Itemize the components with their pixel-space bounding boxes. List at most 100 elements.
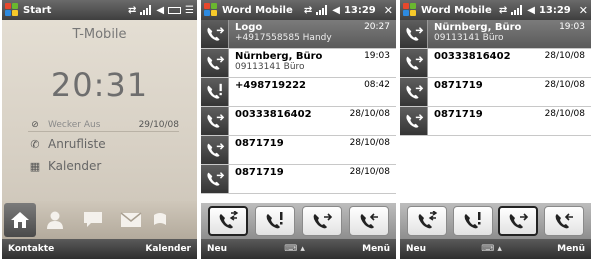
call-log-row-body: +498719222 08:42	[229, 78, 396, 91]
call-log-screen-all: Word Mobile ⇄ ◀︎ 13:29 ✕ Logo +4917558585…	[201, 0, 396, 259]
missed-call-icon	[201, 78, 229, 106]
outgoing-call-icon	[400, 107, 428, 135]
missed-calls-icon	[266, 212, 283, 229]
outgoing-call-icon	[400, 78, 428, 106]
call-log-row[interactable]: 0871719 28/10/08	[201, 165, 396, 194]
volume-icon[interactable]: ◀︎	[156, 5, 164, 16]
softkey-bar: Neu ⌨ ▴ Menü	[400, 239, 591, 259]
call-log-row-body: Nürnberg, Büro 09113141 Büro 19:03	[229, 49, 396, 72]
outgoing-calls-tab[interactable]	[301, 206, 342, 236]
keyboard-icon[interactable]: ⌨ ▴	[481, 244, 502, 254]
alarm-row[interactable]: ⊘ Wecker Aus 29/10/08	[28, 118, 179, 132]
outgoing-call-icon	[201, 136, 229, 164]
incoming-calls-icon	[555, 213, 574, 229]
softkey-bar: Neu ⌨ ▴ Menü	[201, 239, 396, 259]
caller-detail: 09113141 Büro	[235, 62, 305, 72]
call-log-row[interactable]: 00333816402 28/10/08	[201, 107, 396, 136]
call-log-row[interactable]: Nürnberg, Büro 09113141 Büro 19:03	[201, 49, 396, 78]
call-log-row-body: 0871719 28/10/08	[229, 165, 396, 178]
outgoing-call-icon	[201, 20, 229, 48]
outgoing-calls-icon	[313, 213, 333, 229]
outgoing-call-icon	[400, 49, 428, 77]
window-title[interactable]: Start	[23, 5, 128, 16]
call-filter-tabs	[201, 203, 396, 239]
outgoing-calls-tab[interactable]	[498, 206, 539, 236]
incoming-calls-tab[interactable]	[544, 206, 585, 236]
softkey-left[interactable]: Neu	[207, 244, 227, 254]
softkey-right[interactable]: Menü	[557, 244, 585, 254]
dock-home-button[interactable]	[4, 203, 36, 237]
alarm-status: Wecker Aus	[48, 119, 101, 130]
close-icon[interactable]: ✕	[384, 4, 393, 17]
volume-icon[interactable]: ◀︎	[332, 5, 340, 16]
call-list: Logo +4917558585 Handy 20:27 Nürnberg, Büro…	[201, 20, 396, 194]
all-calls-icon	[220, 211, 239, 229]
call-log-row-body: Nürnberg, Büro 09113141 Büro 19:03	[428, 20, 591, 43]
window-title[interactable]: Word Mobile	[222, 5, 304, 16]
missed-calls-tab[interactable]	[452, 206, 493, 236]
menu-lines-icon[interactable]: ☰	[185, 5, 194, 16]
status-time[interactable]: 13:29	[539, 5, 571, 16]
home-item-call-log[interactable]: ✆ Anrufliste	[28, 135, 179, 153]
call-time: 28/10/08	[349, 109, 390, 119]
alarm-icon: ⊘	[31, 119, 39, 130]
signal-icon[interactable]	[511, 5, 523, 15]
softkey-left[interactable]: Neu	[406, 244, 426, 254]
volume-icon[interactable]: ◀︎	[527, 5, 535, 16]
call-time: 28/10/08	[544, 109, 585, 119]
status-time[interactable]: 13:29	[344, 5, 376, 16]
keyboard-icon[interactable]: ⌨ ▴	[284, 244, 305, 254]
close-icon[interactable]: ✕	[579, 4, 588, 17]
incoming-calls-icon	[360, 213, 378, 229]
call-time: 20:27	[364, 22, 390, 32]
dock-email-button[interactable]	[112, 203, 150, 237]
dock-messaging-button[interactable]	[74, 203, 112, 237]
call-time: 19:03	[559, 22, 585, 32]
signal-icon[interactable]	[316, 5, 328, 15]
missed-calls-tab[interactable]	[255, 206, 296, 236]
contacts-icon	[47, 211, 63, 229]
softkey-left[interactable]: Kontakte	[8, 244, 54, 254]
home-item-calendar[interactable]: ▦ Kalender	[28, 157, 179, 175]
home-date: 29/10/08	[138, 119, 179, 130]
call-time: 08:42	[364, 80, 390, 90]
windows-start-icon[interactable]	[204, 3, 218, 17]
call-time: 19:03	[364, 51, 390, 61]
call-log-row[interactable]: 0871719 28/10/08	[400, 78, 591, 107]
all-calls-tab[interactable]	[208, 206, 249, 236]
call-log-row[interactable]: Nürnberg, Büro 09113141 Büro 19:03	[400, 20, 591, 49]
windows-start-icon[interactable]	[403, 3, 417, 17]
call-log-row-body: 0871719 28/10/08	[229, 136, 396, 149]
connectivity-icon[interactable]: ⇄	[304, 5, 312, 16]
signal-icon[interactable]	[140, 5, 152, 15]
outgoing-call-icon	[201, 49, 229, 77]
call-log-row-body: 0871719 28/10/08	[428, 78, 591, 91]
connectivity-icon[interactable]: ⇄	[499, 5, 507, 16]
windows-start-icon[interactable]	[5, 3, 19, 17]
outgoing-call-icon	[400, 20, 428, 48]
all-calls-tab[interactable]	[406, 206, 447, 236]
title-bar: Word Mobile ⇄ ◀︎ 13:29 ✕	[201, 0, 396, 20]
call-log-row[interactable]: 00333816402 28/10/08	[400, 49, 591, 78]
call-log-screen-outgoing: Word Mobile ⇄ ◀︎ 13:29 ✕ Nürnberg, Büro 0…	[400, 0, 591, 259]
call-log-row[interactable]: 0871719 28/10/08	[201, 136, 396, 165]
softkey-bar: Kontakte Kalender	[2, 239, 197, 259]
dock-contacts-button[interactable]	[36, 203, 74, 237]
call-log-row[interactable]: +498719222 08:42	[201, 78, 396, 107]
outgoing-call-icon	[201, 107, 229, 135]
call-time: 28/10/08	[544, 51, 585, 61]
call-list: Nürnberg, Büro 09113141 Büro 19:03 00333816…	[400, 20, 591, 136]
call-log-row[interactable]: Logo +4917558585 Handy 20:27	[201, 20, 396, 49]
home-icon	[11, 212, 29, 228]
dock-next-button[interactable]	[150, 203, 170, 237]
connectivity-icon[interactable]: ⇄	[128, 5, 136, 16]
battery-icon[interactable]	[168, 6, 182, 14]
home-clock[interactable]: 20:31	[2, 66, 197, 104]
call-log-row[interactable]: 0871719 28/10/08	[400, 107, 591, 136]
partial-app-icon	[154, 213, 166, 225]
incoming-calls-tab[interactable]	[348, 206, 389, 236]
softkey-right[interactable]: Menü	[362, 244, 390, 254]
window-title[interactable]: Word Mobile	[421, 5, 499, 16]
softkey-right[interactable]: Kalender	[145, 244, 191, 254]
caller-detail: 09113141 Büro	[434, 33, 504, 43]
